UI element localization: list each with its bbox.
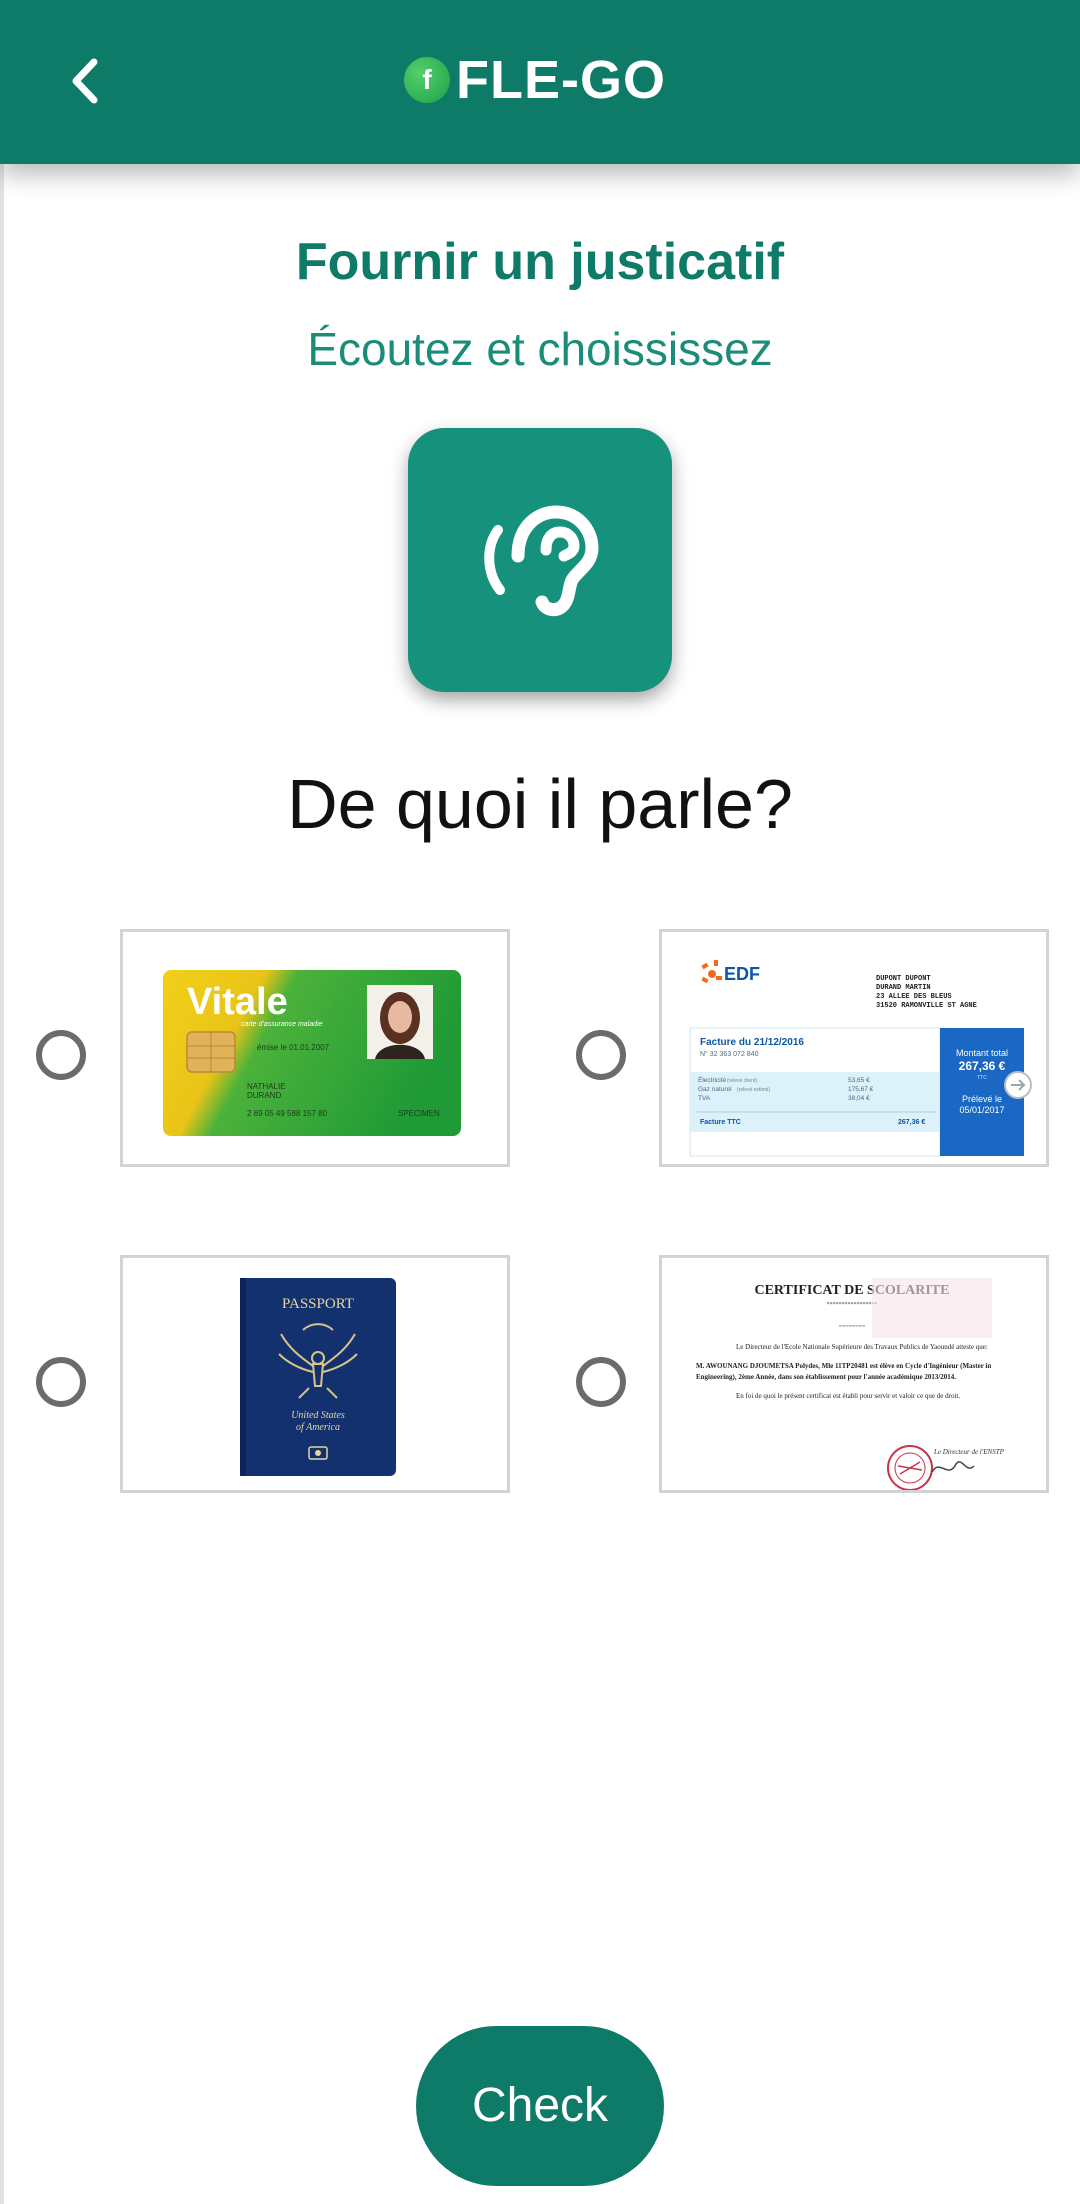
vitale-issued: émise le 01.01.2007 (257, 1043, 330, 1052)
option-card-certificat[interactable]: CERTIFICAT DE SCOLARITE ****************… (659, 1255, 1049, 1493)
edf-logo-icon (701, 960, 722, 984)
certificat-signature-label: Le Directeur de l'ENSTP (933, 1448, 1005, 1456)
edf-invoice-number: N° 32 363 072 840 (700, 1050, 759, 1058)
edf-brand: EDF (724, 964, 760, 984)
vitale-specimen: SPECIMEN (398, 1109, 440, 1118)
edf-box-ttc: TTC (977, 1075, 987, 1081)
vitale-number: 2 69 05 49 588 157 80 (247, 1109, 328, 1118)
edf-line-1-note: (relevé client) (727, 1078, 757, 1084)
logo-text: FLE-GO (456, 50, 666, 110)
certificat-stars: ***************** (827, 1302, 878, 1308)
logo-badge: f (404, 57, 450, 103)
edf-line-2-amount: 175,67 € (848, 1086, 874, 1093)
option-card-edf[interactable]: EDF DUPONT DUPONT DURAND MARTIN 23 ALLEE… (659, 929, 1049, 1167)
ear-listen-icon (484, 505, 599, 617)
certificat-para-2: M. AWOUNANG DJOUMETSA Polydes, Mle 11TP2… (696, 1362, 992, 1381)
vitale-photo (367, 985, 433, 1059)
edf-line-2-label: Gaz naturel (698, 1086, 732, 1093)
radio-option-vitale[interactable] (36, 1030, 86, 1080)
certificat-dashes: ======== (838, 1324, 866, 1330)
passport-image: PASSPORT United States of America (240, 1278, 396, 1476)
back-button[interactable] (58, 46, 114, 116)
question-text: De quoi il parle? (287, 765, 793, 843)
radio-option-certificat[interactable] (576, 1357, 626, 1407)
edf-invoice-image: EDF DUPONT DUPONT DURAND MARTIN 23 ALLEE… (689, 960, 1032, 1157)
edf-address-1: DUPONT DUPONT (876, 975, 931, 983)
check-button[interactable]: Check (416, 2026, 664, 2186)
certificat-para-3: En foi de quoi le présent certificat est… (736, 1392, 961, 1400)
vitale-card-image: Vitale carte d'assurance maladie émise l… (163, 970, 461, 1136)
arrow-right-circle-icon (1004, 1071, 1032, 1099)
vitale-last-name: DURAND (247, 1091, 281, 1100)
option-card-vitale[interactable]: Vitale carte d'assurance maladie émise l… (120, 929, 510, 1167)
certificat-para-1: Le Directeur de l'Ecole Nationale Supéri… (736, 1343, 988, 1351)
page-subtitle: Écoutez et choississez (307, 323, 773, 375)
edf-box-label: Montant total (956, 1048, 1008, 1058)
official-stamp-icon (887, 1445, 933, 1490)
edf-line-1-amount: 53,65 € (848, 1077, 870, 1084)
radio-option-passport[interactable] (36, 1357, 86, 1407)
radio-option-edf[interactable] (576, 1030, 626, 1080)
signature-mark (931, 1461, 975, 1473)
vitale-tagline: carte d'assurance maladie (241, 1021, 323, 1028)
app-header: f FLE-GO (0, 0, 1080, 164)
listen-button[interactable] (408, 428, 672, 692)
app-logo: f FLE-GO (404, 50, 666, 110)
edf-total-label: Facture TTC (700, 1119, 741, 1126)
edf-line-1-label: Électricité (698, 1075, 727, 1084)
passport-country-2: of America (296, 1422, 340, 1433)
certificat-image: CERTIFICAT DE SCOLARITE ****************… (696, 1278, 1005, 1490)
edf-box-paid-label: Prélevé le (962, 1094, 1002, 1104)
chevron-left-icon (72, 58, 98, 104)
edf-box-paid-date: 05/01/2017 (959, 1105, 1004, 1115)
vitale-first-name: NATHALIE (247, 1082, 286, 1091)
edf-address-4: 31520 RAMONVILLE ST AGNE (876, 1002, 977, 1010)
edf-total-amount: 267,36 € (898, 1119, 925, 1126)
page-title: Fournir un justicatif (295, 233, 785, 291)
edf-line-3-label: TVA (698, 1095, 711, 1102)
edf-address-3: 23 ALLEE DES BLEUS (876, 993, 952, 1001)
passport-title: PASSPORT (282, 1296, 354, 1312)
passport-country-1: United States (291, 1410, 345, 1421)
vitale-brand: Vitale (187, 981, 288, 1023)
edf-invoice-title: Facture du 21/12/2016 (700, 1037, 804, 1048)
edf-line-3-amount: 38,04 € (848, 1095, 870, 1102)
edf-address-2: DURAND MARTIN (876, 984, 931, 992)
edf-box-amount: 267,36 € (959, 1059, 1006, 1073)
option-card-passport[interactable]: PASSPORT United States of America (120, 1255, 510, 1493)
edf-line-2-note: (relevé estimé) (737, 1087, 770, 1093)
